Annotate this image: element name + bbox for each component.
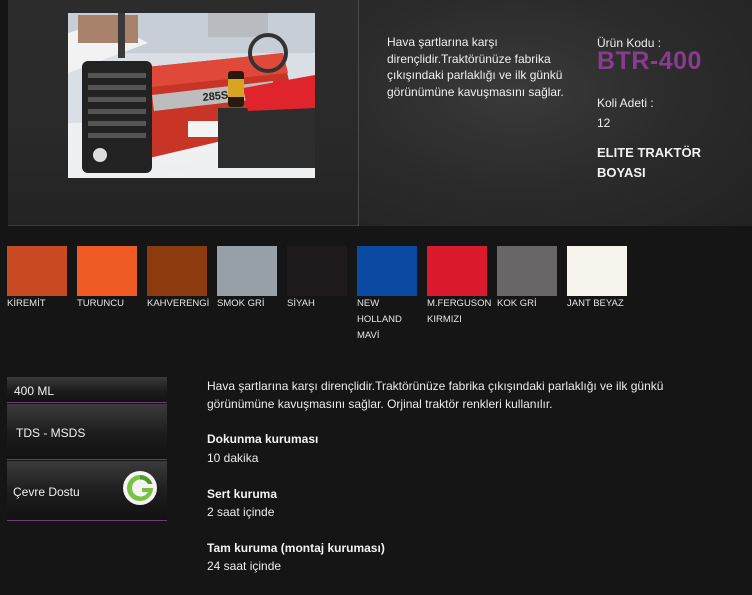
pack-count-value: 12 — [597, 116, 611, 130]
tds-msds-label: TDS - MSDS — [16, 426, 86, 440]
tds-msds-button[interactable]: TDS - MSDS — [7, 404, 167, 460]
color-label-mferguson-kirmizi: M.FERGUSON KIRMIZI — [427, 298, 492, 325]
color-swatch-new-holland-mavi[interactable] — [357, 246, 417, 296]
spec-touch-dry-value: 10 dakika — [207, 451, 259, 465]
color-swatch-mferguson-kirmizi[interactable] — [427, 246, 487, 296]
product-description: Hava şartlarına karşı dirençlidir.Traktö… — [207, 379, 664, 411]
color-label-smok-gri: SMOK GRİ — [217, 298, 265, 309]
color-swatch-kiremit[interactable] — [7, 246, 67, 296]
color-label-jant-beyaz: JANT BEYAZ — [567, 298, 624, 309]
product-photo: 285S TÜMOSAN/UZEL — [68, 13, 315, 178]
spec-hard-dry-title: Sert kuruma — [207, 487, 278, 501]
pack-count-label: Koli Adeti : — [597, 96, 654, 110]
color-label-kahverengi: KAHVERENGİ — [147, 298, 210, 309]
volume-label: 400 ML — [14, 384, 55, 398]
color-label-turuncu: TURUNCU — [77, 298, 124, 309]
product-name: ELITE TRAKTÖR BOYASI — [597, 145, 701, 180]
product-tagline: Hava şartlarına karşı dirençlidir.Traktö… — [387, 35, 564, 99]
product-code: BTR-400 — [597, 47, 702, 75]
color-label-new-holland-mavi: NEW HOLLAND MAVİ — [357, 298, 402, 341]
eco-friendly-button[interactable]: Çevre Dostu — [7, 461, 167, 521]
tractor-photo-illustration: 285S TÜMOSAN/UZEL — [68, 13, 315, 178]
color-swatch-jant-beyaz[interactable] — [567, 246, 627, 296]
color-swatch-kok-gri[interactable] — [497, 246, 557, 296]
volume-button[interactable]: 400 ML — [7, 377, 167, 403]
header-divider — [358, 0, 359, 226]
eco-friendly-g-icon — [123, 471, 157, 505]
color-label-siyah: SİYAH — [287, 298, 315, 309]
color-swatch-smok-gri[interactable] — [217, 246, 277, 296]
color-label-kiremit: KİREMİT — [7, 298, 46, 309]
eco-friendly-label: Çevre Dostu — [13, 485, 80, 499]
spec-touch-dry-title: Dokunma kuruması — [207, 432, 319, 446]
color-swatch-turuncu[interactable] — [77, 246, 137, 296]
color-swatch-kahverengi[interactable] — [147, 246, 207, 296]
color-label-kok-gri: KOK GRİ — [497, 298, 537, 309]
spec-full-dry-value: 24 saat içinde — [207, 559, 282, 573]
spec-full-dry-title: Tam kuruma (montaj kuruması) — [207, 541, 385, 555]
spec-hard-dry-value: 2 saat içinde — [207, 505, 275, 519]
color-swatch-siyah[interactable] — [287, 246, 347, 296]
